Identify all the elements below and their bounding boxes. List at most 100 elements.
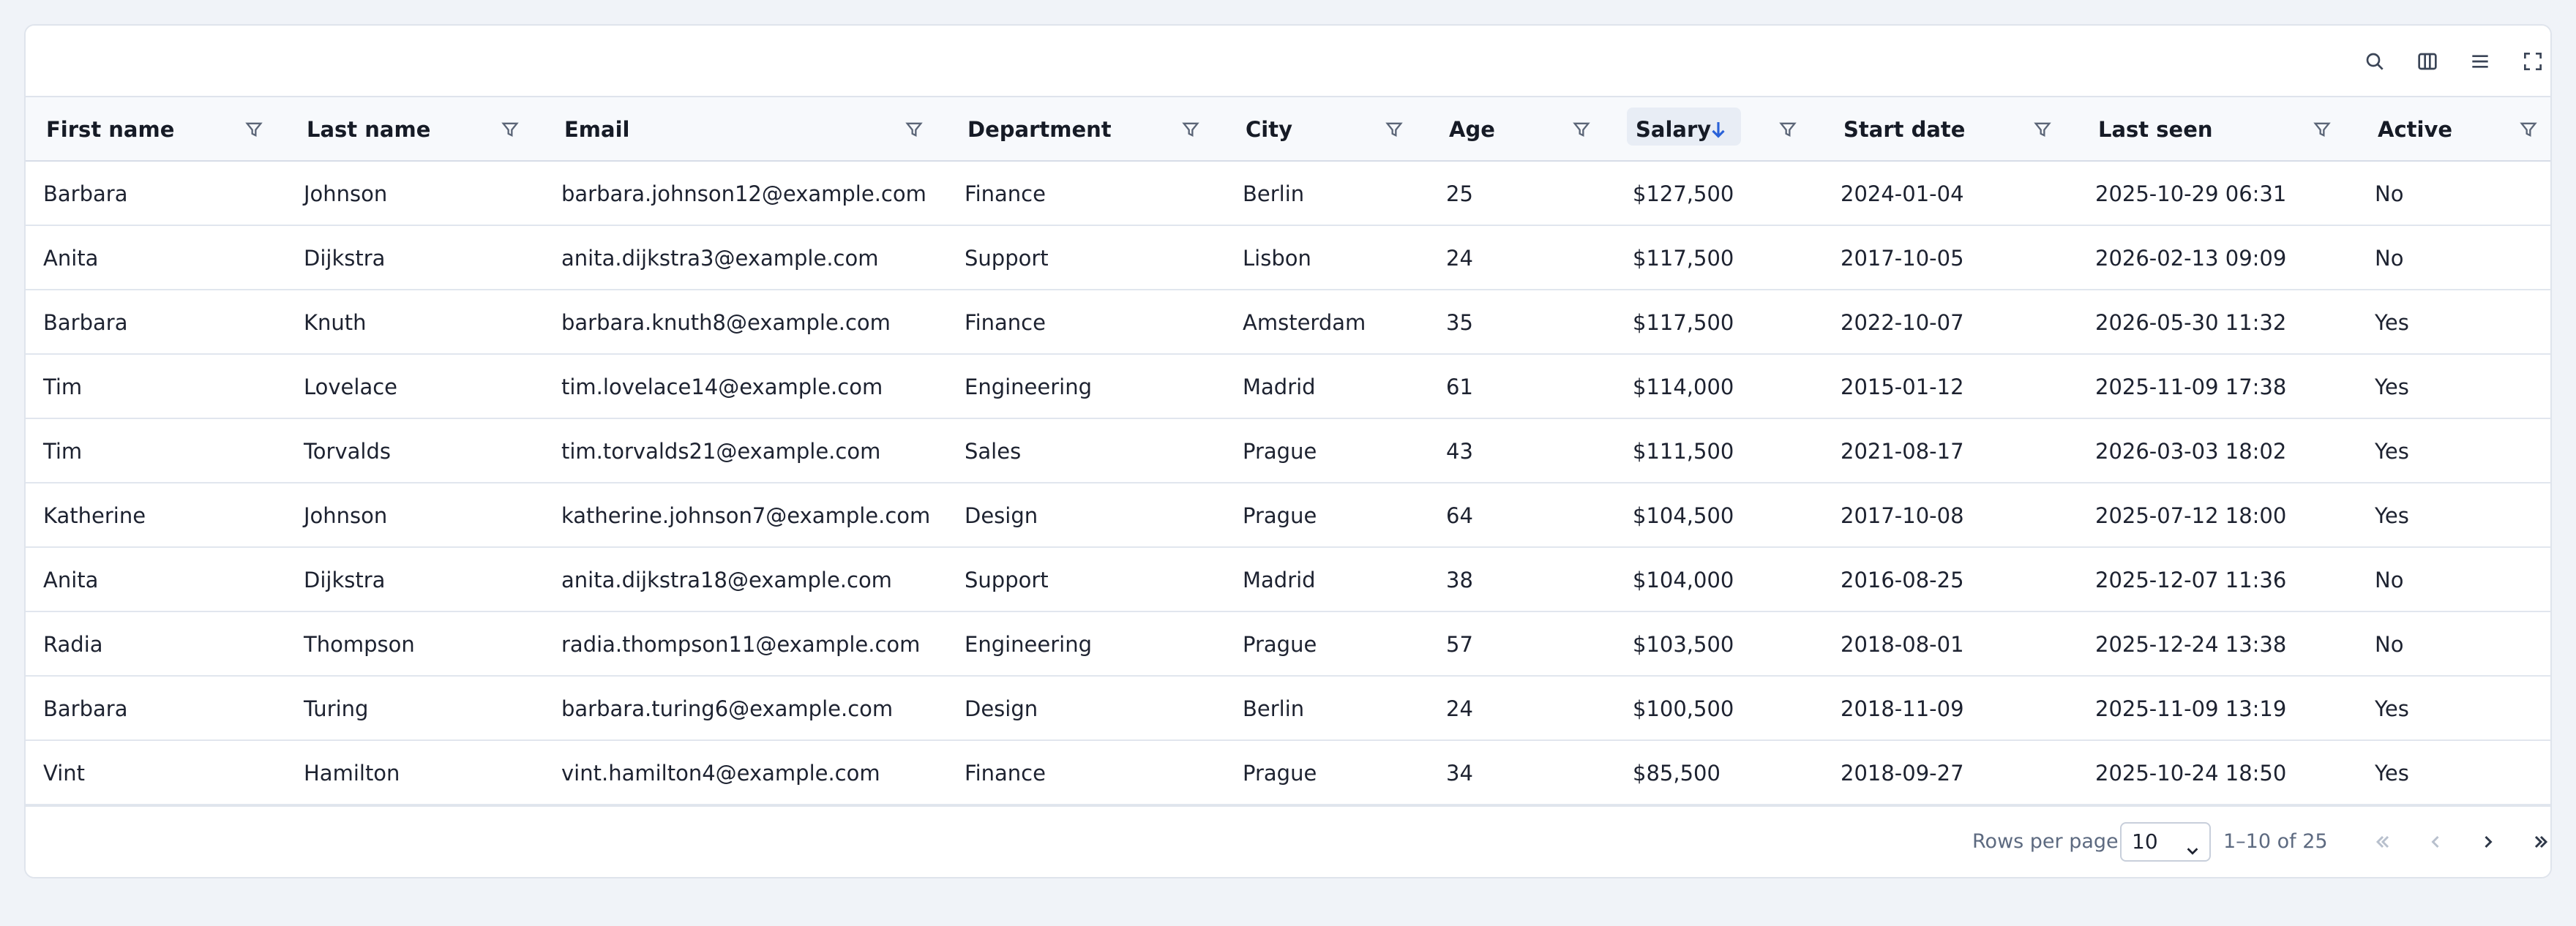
prev-page-button[interactable] <box>2419 826 2452 858</box>
cell-dept: Finance <box>965 761 1046 786</box>
chevron-down-icon <box>2184 834 2201 855</box>
table-row[interactable]: Barbara Knuth barbara.knuth8@example.com Fi… <box>26 290 2550 355</box>
table-row[interactable]: Tim Torvalds tim.torvalds21@example.com Sal… <box>26 419 2550 483</box>
cell-seen: 2025-11-09 13:19 <box>2095 696 2287 721</box>
table-row[interactable]: Anita Dijkstra anita.dijkstra18@example.co… <box>26 548 2550 612</box>
search-button[interactable] <box>2356 43 2393 80</box>
cell-first: Barbara <box>43 696 128 721</box>
cell-email: barbara.turing6@example.com <box>561 696 894 721</box>
cell-last: Hamilton <box>304 761 400 786</box>
cell-last: Thompson <box>304 632 415 657</box>
cell-seen: 2025-12-24 13:38 <box>2095 632 2287 657</box>
table-row[interactable]: Tim Lovelace tim.lovelace14@example.com Eng… <box>26 355 2550 419</box>
table-row[interactable]: Barbara Johnson barbara.johnson12@example.… <box>26 162 2550 226</box>
cell-salary: $127,500 <box>1633 181 1734 206</box>
cell-city: Lisbon <box>1243 246 1311 271</box>
next-page-button[interactable] <box>2472 826 2504 858</box>
cell-salary: $104,000 <box>1633 568 1734 592</box>
table-row[interactable]: Anita Dijkstra anita.dijkstra3@example.com… <box>26 226 2550 290</box>
cell-age: 43 <box>1446 439 1473 464</box>
table-row[interactable]: Vint Hamilton vint.hamilton4@example.com Fi… <box>26 741 2550 805</box>
cell-dept: Support <box>965 568 1049 592</box>
column-label: City <box>1246 117 1292 142</box>
cell-last: Turing <box>304 696 369 721</box>
filter-button-age[interactable] <box>1568 116 1595 143</box>
cell-start: 2016-08-25 <box>1841 568 1964 592</box>
filter-icon <box>904 119 924 140</box>
data-grid: First name Last name Email Department City Ag… <box>26 97 2550 805</box>
grid-footer: Rows per page 10 1–10 of 25 <box>26 805 2550 877</box>
cell-start: 2022-10-07 <box>1841 310 1964 335</box>
filter-icon <box>1180 119 1201 140</box>
pagination-range: 1–10 of 25 <box>2223 830 2328 853</box>
table-header: First name Last name Email Department City Ag… <box>26 97 2550 162</box>
cell-last: Torvalds <box>304 439 391 464</box>
last-page-button[interactable] <box>2525 826 2550 858</box>
fullscreen-button[interactable] <box>2515 43 2550 80</box>
cell-city: Prague <box>1243 632 1317 657</box>
filter-button-dept[interactable] <box>1177 116 1204 143</box>
cell-email: anita.dijkstra3@example.com <box>561 246 879 271</box>
cell-first: Katherine <box>43 503 146 528</box>
filter-icon <box>2518 119 2539 140</box>
columns-button[interactable] <box>2409 43 2446 80</box>
double-chevron-left-icon <box>2373 832 2393 852</box>
cell-dept: Engineering <box>965 374 1092 399</box>
cell-email: radia.thompson11@example.com <box>561 632 921 657</box>
cell-active: No <box>2375 632 2404 657</box>
first-page-button[interactable] <box>2367 826 2399 858</box>
cell-dept: Engineering <box>965 632 1092 657</box>
cell-first: Anita <box>43 568 99 592</box>
cell-email: barbara.johnson12@example.com <box>561 181 926 206</box>
filter-button-salary[interactable] <box>1775 116 1801 143</box>
cell-first: Barbara <box>43 181 128 206</box>
filter-icon <box>1384 119 1404 140</box>
cell-start: 2017-10-05 <box>1841 246 1964 271</box>
cell-age: 25 <box>1446 181 1473 206</box>
cell-start: 2024-01-04 <box>1841 181 1964 206</box>
cell-city: Berlin <box>1243 696 1305 721</box>
arrow-down-icon[interactable] <box>1707 118 1729 141</box>
cell-last: Dijkstra <box>304 246 386 271</box>
filter-button-last[interactable] <box>497 116 523 143</box>
cell-last: Knuth <box>304 310 367 335</box>
table-row[interactable]: Barbara Turing barbara.turing6@example.com… <box>26 677 2550 741</box>
column-label: Last seen <box>2098 117 2213 142</box>
cell-active: No <box>2375 246 2404 271</box>
rows-per-page-select[interactable]: 10 <box>2120 822 2211 862</box>
cell-city: Amsterdam <box>1243 310 1366 335</box>
cell-seen: 2026-03-03 18:02 <box>2095 439 2287 464</box>
filter-button-seen[interactable] <box>2309 116 2335 143</box>
filter-button-active[interactable] <box>2515 116 2542 143</box>
cell-start: 2015-01-12 <box>1841 374 1964 399</box>
cell-seen: 2025-10-29 06:31 <box>2095 181 2287 206</box>
cell-first: Tim <box>43 374 83 399</box>
density-button[interactable] <box>2462 43 2498 80</box>
data-grid-card: First name Last name Email Department City Ag… <box>24 24 2552 878</box>
filter-button-city[interactable] <box>1381 116 1407 143</box>
column-label: Last name <box>307 117 431 142</box>
cell-dept: Finance <box>965 181 1046 206</box>
cell-first: Barbara <box>43 310 128 335</box>
table-row[interactable]: Radia Thompson radia.thompson11@example.co… <box>26 612 2550 677</box>
filter-button-start[interactable] <box>2029 116 2056 143</box>
chevron-right-icon <box>2478 832 2498 852</box>
cell-city: Madrid <box>1243 374 1316 399</box>
cell-last: Lovelace <box>304 374 398 399</box>
cell-city: Prague <box>1243 761 1317 786</box>
table-row[interactable]: Katherine Johnson katherine.johnson7@examp… <box>26 483 2550 548</box>
cell-first: Tim <box>43 439 83 464</box>
cell-email: barbara.knuth8@example.com <box>561 310 891 335</box>
cell-email: tim.torvalds21@example.com <box>561 439 881 464</box>
filter-button-email[interactable] <box>901 116 927 143</box>
cell-start: 2017-10-08 <box>1841 503 1964 528</box>
cell-city: Berlin <box>1243 181 1305 206</box>
filter-button-first[interactable] <box>241 116 267 143</box>
filter-icon <box>1778 119 1798 140</box>
column-label: Active <box>2378 117 2453 142</box>
column-label: Start date <box>1843 117 1966 142</box>
column-header-email[interactable]: Email <box>544 97 947 162</box>
cell-city: Prague <box>1243 439 1317 464</box>
cell-seen: 2025-11-09 17:38 <box>2095 374 2287 399</box>
cell-start: 2021-08-17 <box>1841 439 1964 464</box>
